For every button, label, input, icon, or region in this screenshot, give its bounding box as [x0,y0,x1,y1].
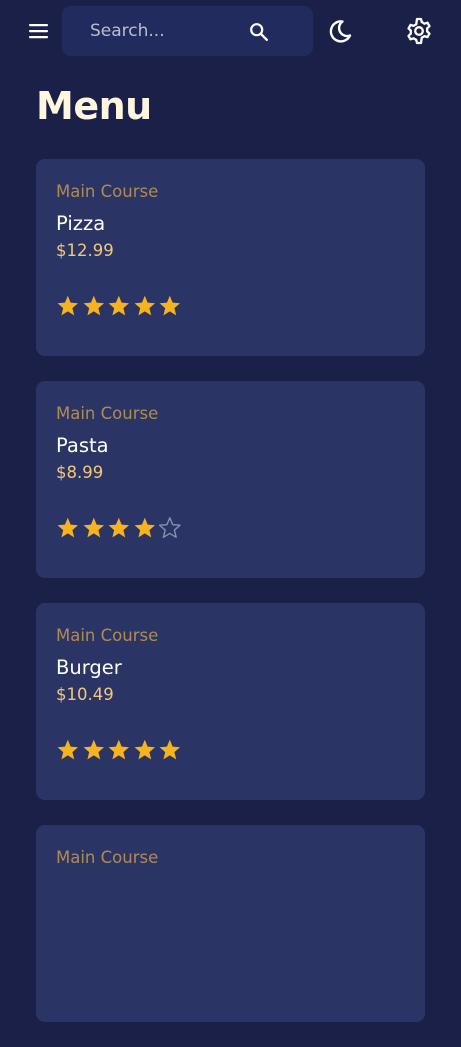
star-filled-icon [83,739,104,760]
star-filled-icon [108,517,130,538]
top-bar [0,0,461,62]
star-filled-icon [108,295,130,316]
star-filled-icon [134,517,155,538]
star-filled-icon [134,739,155,760]
card-category: Main Course [56,182,159,201]
menu-list: Main Course Pizza $12.99 Main Course Pas… [36,159,425,1047]
card-price: $10.49 [56,685,114,704]
card-price: $8.99 [56,463,104,482]
star-filled-icon [57,517,79,538]
page-title: Menu [36,84,152,128]
star-filled-icon [57,739,79,760]
menu-card[interactable]: Main Course Pizza $12.99 [36,159,425,356]
card-category: Main Course [56,404,159,423]
menu-card[interactable]: Main Course Burger $10.49 [36,603,425,800]
star-filled-icon [159,739,181,760]
star-filled-icon [159,295,181,316]
search-input[interactable] [90,18,240,44]
menu-card[interactable]: Main Course [36,825,425,1022]
star-filled-icon [134,295,155,316]
star-filled-icon [83,295,104,316]
star-empty-icon [159,517,182,539]
card-name: Burger [56,656,122,679]
star-filled-icon [108,739,130,760]
card-category: Main Course [56,626,159,645]
hamburger-icon [29,24,48,39]
moon-icon[interactable] [324,16,354,46]
search-icon[interactable] [248,21,270,43]
menu-card[interactable]: Main Course Pasta $8.99 [36,381,425,578]
star-rating [56,516,182,540]
menu-button[interactable] [26,18,52,44]
star-filled-icon [83,517,104,538]
card-name: Pasta [56,434,109,457]
star-filled-icon [57,295,79,316]
star-rating [56,738,182,762]
star-rating [56,294,182,318]
card-name: Pizza [56,212,106,235]
gear-icon[interactable] [404,16,434,46]
card-price: $12.99 [56,241,114,260]
search-bar [62,6,313,56]
card-category: Main Course [56,848,159,867]
